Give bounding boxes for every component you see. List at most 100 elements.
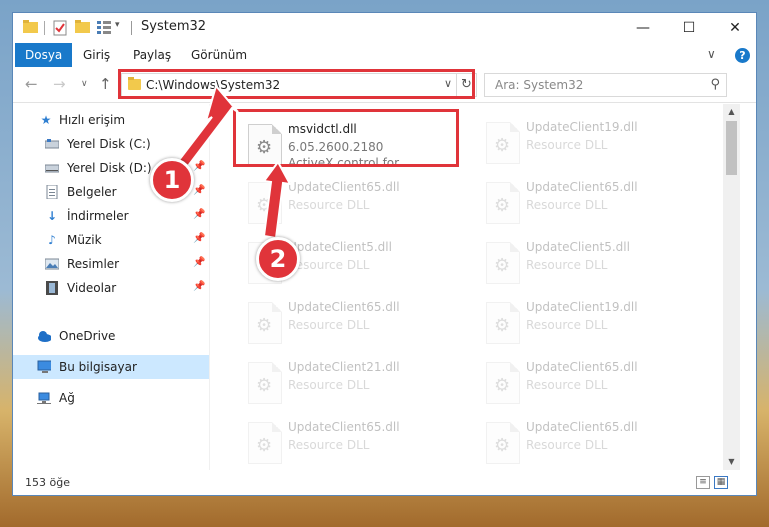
file-name: UpdateClient5.dll	[288, 240, 392, 254]
dll-file-icon: ⚙	[486, 242, 520, 284]
file-type: Resource DLL	[526, 198, 608, 212]
file-name: UpdateClient65.dll	[526, 360, 638, 374]
ribbon-tabs: Dosya Giriş Paylaş Görünüm ∨ ?	[13, 43, 756, 67]
sidebar-item-onedrive[interactable]: OneDrive	[13, 324, 209, 348]
sidebar-item-local-disk-c[interactable]: Yerel Disk (C:) 📌	[13, 132, 209, 156]
forward-icon[interactable]: →	[53, 75, 66, 93]
sidebar-item-label: OneDrive	[59, 329, 116, 343]
file-item[interactable]: ⚙ UpdateClient65.dll Resource DLL	[238, 416, 468, 470]
file-name: UpdateClient21.dll	[288, 360, 400, 374]
sidebar-item-label: Yerel Disk (C:)	[67, 137, 151, 151]
sidebar-item-label: Hızlı erişim	[59, 113, 126, 127]
file-type: Resource DLL	[526, 138, 608, 152]
properties-icon[interactable]	[53, 20, 67, 36]
sidebar-item-pictures[interactable]: Resimler 📌	[13, 252, 209, 276]
file-highlight	[233, 109, 459, 167]
scroll-thumb[interactable]	[726, 121, 737, 175]
file-item[interactable]: ⚙ UpdateClient65.dll Resource DLL	[238, 176, 468, 230]
dll-file-icon: ⚙	[486, 362, 520, 404]
customize-toolbar-icon[interactable]: ▾	[115, 20, 120, 30]
file-name: UpdateClient65.dll	[288, 180, 400, 194]
file-type: Resource DLL	[526, 318, 608, 332]
maximize-button[interactable]: ☐	[666, 13, 712, 43]
help-icon[interactable]: ?	[735, 48, 750, 63]
large-icons-view-icon[interactable]: ▦	[714, 476, 728, 489]
sidebar-item-label: Ağ	[59, 391, 75, 405]
sidebar-item-label: İndirmeler	[67, 209, 129, 223]
file-item[interactable]: ⚙ UpdateClient19.dll Resource DLL	[476, 116, 706, 170]
file-type: Resource DLL	[526, 258, 608, 272]
sidebar-item-label: Bu bilgisayar	[59, 360, 137, 374]
scroll-down-icon[interactable]: ▼	[723, 454, 740, 470]
file-name: UpdateClient19.dll	[526, 120, 638, 134]
gear-icon: ⚙	[256, 375, 273, 396]
file-type: Resource DLL	[288, 378, 370, 392]
pin-icon[interactable]: 📌	[193, 137, 205, 148]
step-2-badge: 2	[256, 237, 300, 281]
gear-icon: ⚙	[494, 135, 511, 156]
sidebar-item-music[interactable]: ♪ Müzik 📌	[13, 228, 209, 252]
expand-ribbon-icon[interactable]: ∨	[707, 47, 716, 61]
file-type: Resource DLL	[526, 438, 608, 452]
file-item[interactable]: ⚙ UpdateClient65.dll Resource DLL	[476, 176, 706, 230]
file-item[interactable]: ⚙ UpdateClient65.dll Resource DLL	[476, 356, 706, 410]
pin-icon[interactable]: 📌	[193, 233, 205, 244]
search-input[interactable]: Ara: System32	[495, 78, 583, 92]
sidebar-item-label: Müzik	[67, 233, 102, 247]
view-options-icon[interactable]	[97, 20, 111, 34]
status-bar: 153 öğe ≡ ▦	[13, 471, 756, 495]
cloud-icon	[38, 331, 51, 342]
sidebar-item-quick-access[interactable]: ★ Hızlı erişim	[13, 108, 209, 132]
pin-icon[interactable]: 📌	[193, 281, 205, 292]
back-icon[interactable]: ←	[25, 75, 38, 93]
gear-icon: ⚙	[494, 195, 511, 216]
pictures-icon	[45, 258, 59, 270]
pin-icon[interactable]: 📌	[193, 209, 205, 220]
file-type: Resource DLL	[288, 258, 370, 272]
file-item[interactable]: ⚙ UpdateClient19.dll Resource DLL	[476, 296, 706, 350]
file-name: UpdateClient5.dll	[526, 240, 630, 254]
file-item[interactable]: ⚙ UpdateClient5.dll Resource DLL	[476, 236, 706, 290]
scroll-up-icon[interactable]: ▲	[723, 104, 740, 120]
file-item[interactable]: ⚙ UpdateClient21.dll Resource DLL	[238, 356, 468, 410]
sidebar-item-downloads[interactable]: ↓ İndirmeler 📌	[13, 204, 209, 228]
file-item[interactable]: ⚙ UpdateClient65.dll Resource DLL	[476, 416, 706, 470]
tab-dosya[interactable]: Dosya	[15, 43, 73, 67]
dll-file-icon: ⚙	[486, 302, 520, 344]
title-separator	[131, 21, 132, 35]
sidebar-item-this-pc[interactable]: Bu bilgisayar	[13, 355, 209, 379]
window-title: System32	[141, 19, 207, 34]
vertical-scrollbar[interactable]: ▲ ▼	[723, 104, 740, 470]
dll-file-icon: ⚙	[248, 362, 282, 404]
network-icon	[37, 392, 51, 404]
dll-file-icon: ⚙	[248, 422, 282, 464]
search-box[interactable]: Ara: System32 ⚲	[484, 73, 727, 97]
details-view-icon[interactable]: ≡	[696, 476, 710, 489]
pin-icon[interactable]: 📌	[193, 185, 205, 196]
file-item[interactable]: ⚙ UpdateClient65.dll Resource DLL	[238, 296, 468, 350]
sidebar-item-videos[interactable]: Videolar 📌	[13, 276, 209, 300]
gear-icon: ⚙	[256, 195, 273, 216]
recent-locations-icon[interactable]: ∨	[81, 79, 88, 89]
sidebar-item-network[interactable]: Ağ	[13, 386, 209, 410]
dll-file-icon: ⚙	[486, 182, 520, 224]
pin-icon[interactable]: 📌	[193, 257, 205, 268]
explorer-window: ▾ System32 — ☐ ✕ Dosya Giriş Paylaş Görü…	[12, 12, 757, 496]
up-icon[interactable]: ↑	[99, 75, 112, 93]
dll-file-icon: ⚙	[486, 422, 520, 464]
close-button[interactable]: ✕	[712, 13, 758, 43]
qa-separator	[44, 21, 45, 35]
tab-paylas[interactable]: Paylaş	[123, 43, 181, 67]
search-icon[interactable]: ⚲	[710, 77, 720, 92]
file-type: Resource DLL	[288, 438, 370, 452]
minimize-button[interactable]: —	[620, 13, 666, 43]
file-name: UpdateClient65.dll	[288, 300, 400, 314]
drive-icon	[45, 164, 59, 173]
gear-icon: ⚙	[494, 375, 511, 396]
file-type: Resource DLL	[288, 198, 370, 212]
tab-gorunum[interactable]: Görünüm	[181, 43, 257, 67]
new-folder-icon[interactable]	[75, 20, 91, 34]
tab-giris[interactable]: Giriş	[73, 43, 120, 67]
pin-icon[interactable]: 📌	[193, 161, 205, 172]
sidebar-item-label: Videolar	[67, 281, 117, 295]
